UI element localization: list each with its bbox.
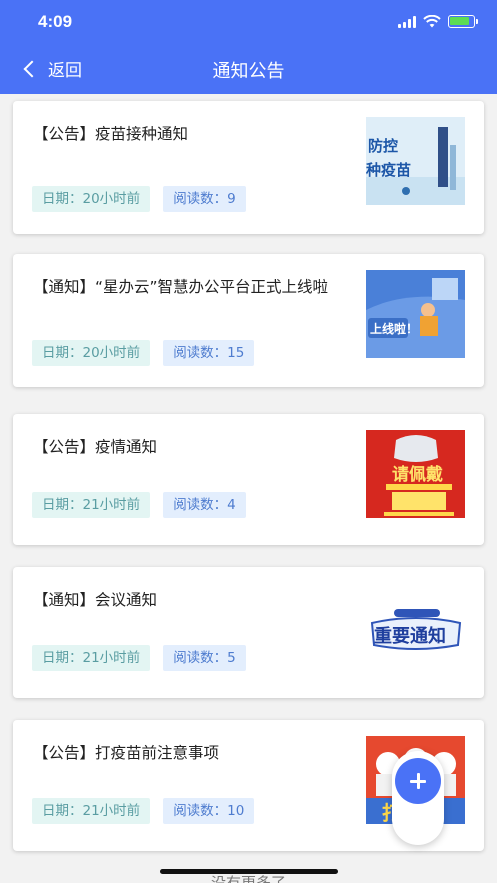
notice-card[interactable]: 【通知】会议通知 日期：21小时前 阅读数：5 重要通知 (13, 567, 484, 698)
notice-card[interactable]: 【通知】“星办云”智慧办公平台正式上线啦 日期：20小时前 阅读数：15 上线啦… (13, 254, 484, 387)
notice-tags: 日期：21小时前 阅读数：10 (32, 798, 255, 824)
notice-read-count: 阅读数：5 (163, 645, 246, 671)
notice-title: 【公告】疫苗接种通知 (33, 125, 189, 143)
add-notice-button[interactable] (392, 751, 444, 845)
notice-tags: 日期：20小时前 阅读数：15 (32, 340, 255, 366)
notice-tags: 日期：20小时前 阅读数：9 (32, 186, 246, 212)
svg-text:种疫苗: 种疫苗 (366, 161, 411, 179)
notice-date: 日期：21小时前 (32, 645, 151, 671)
status-time: 4:09 (38, 12, 73, 31)
wifi-icon (423, 15, 441, 28)
notice-thumbnail: 上线啦！ (366, 270, 465, 358)
plus-icon (395, 758, 441, 804)
status-bar: 4:09 (0, 0, 497, 44)
notice-date: 日期：20小时前 (32, 340, 151, 366)
notice-read-count: 阅读数：10 (163, 798, 255, 824)
svg-text:重要通知: 重要通知 (374, 625, 446, 647)
notice-tags: 日期：21小时前 阅读数：5 (32, 645, 246, 671)
svg-text:上线啦！: 上线啦！ (370, 321, 418, 336)
notice-title: 【公告】疫情通知 (33, 438, 158, 456)
notice-title: 【通知】会议通知 (33, 591, 158, 609)
notice-thumbnail: 重要通知 (366, 583, 465, 671)
notice-thumbnail: 防控 种疫苗 (366, 117, 465, 205)
notice-title: 【公告】打疫苗前注意事项 (33, 744, 220, 762)
notice-card[interactable]: 【公告】疫苗接种通知 日期：20小时前 阅读数：9 防控 种疫苗 (13, 101, 484, 234)
page-title: 通知公告 (212, 61, 285, 82)
battery-icon (448, 15, 478, 28)
svg-text:防控: 防控 (368, 137, 398, 155)
notice-date: 日期：21小时前 (32, 492, 151, 518)
notice-title: 【通知】“星办云”智慧办公平台正式上线啦 (33, 278, 329, 296)
status-icons (398, 15, 478, 28)
notice-date: 日期：21小时前 (32, 798, 151, 824)
notice-read-count: 阅读数：15 (163, 340, 255, 366)
signal-icon (398, 15, 416, 28)
notice-date: 日期：20小时前 (32, 186, 151, 212)
notice-read-count: 阅读数：4 (163, 492, 246, 518)
notice-thumbnail: 请佩戴 (366, 430, 465, 518)
notice-read-count: 阅读数：9 (163, 186, 246, 212)
notice-card[interactable]: 【公告】疫情通知 日期：21小时前 阅读数：4 请佩戴 (13, 414, 484, 545)
svg-text:请佩戴: 请佩戴 (392, 464, 443, 485)
nav-bar: 返回 通知公告 (0, 44, 497, 94)
notice-tags: 日期：21小时前 阅读数：4 (32, 492, 246, 518)
home-indicator (160, 869, 338, 874)
